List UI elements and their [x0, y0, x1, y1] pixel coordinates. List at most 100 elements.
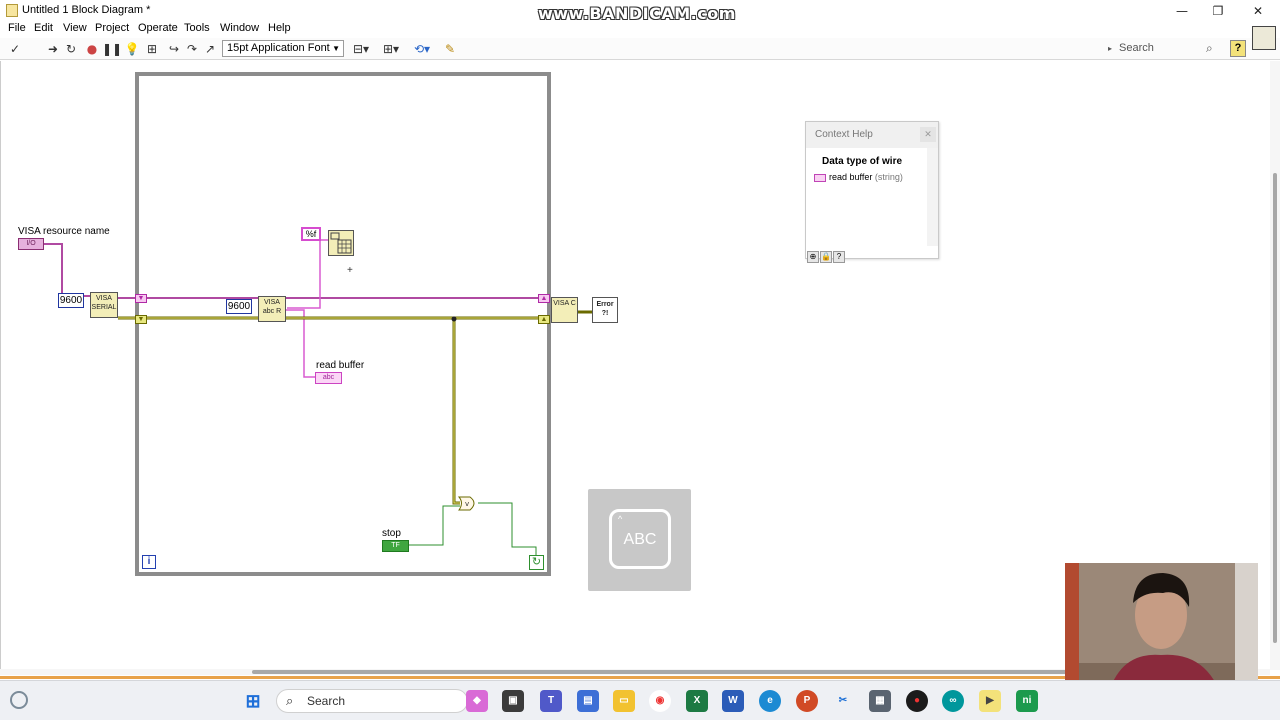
taskbar-search[interactable]: ⌕ Search [276, 689, 468, 713]
byte-count-constant[interactable]: 9600 [226, 299, 252, 314]
step-into-icon[interactable]: ↪ [166, 41, 182, 57]
wire-name: read buffer [829, 172, 873, 182]
baud-rate-constant[interactable]: 9600 [58, 293, 84, 308]
error-right-tunnel[interactable]: ▲ [538, 315, 550, 324]
menu-file[interactable]: File [8, 22, 26, 34]
menu-tools[interactable]: Tools [184, 22, 210, 34]
search-input[interactable]: Search [1119, 40, 1154, 57]
screen: Untitled 1 Block Diagram * www.BANDICAM.… [0, 0, 1280, 720]
labview-icon[interactable]: ▶ [979, 690, 1001, 712]
context-help-title: Context Help [815, 129, 873, 140]
visa-configure-serial-port-node[interactable]: VISA SERIAL [90, 292, 118, 318]
menu-project[interactable]: Project [95, 22, 129, 34]
excel-icon[interactable]: X [686, 690, 708, 712]
checkmark-icon[interactable]: ✓ [7, 41, 23, 57]
spreadsheet-string-to-array-node[interactable] [328, 230, 354, 256]
loop-condition-terminal[interactable]: ↻ [529, 555, 544, 570]
menu-window[interactable]: Window [220, 22, 259, 34]
task-view-icon[interactable]: ▣ [502, 690, 524, 712]
spreadsheet-icon [330, 232, 352, 254]
read-buffer-label: read buffer [316, 360, 365, 371]
taskbar: ⊞ ⌕ Search ◆ ▣ T ▤ ▭ ◉ X W e P ✂ ▦ ● ∞ ▶… [0, 680, 1280, 720]
maximize-button[interactable]: ❐ [1203, 2, 1233, 20]
teams-icon[interactable]: T [540, 690, 562, 712]
menu-view[interactable]: View [63, 22, 87, 34]
store-icon[interactable]: ▤ [577, 690, 599, 712]
format-string-constant[interactable]: %f [301, 227, 321, 241]
visa-resource-terminal[interactable]: I/O [18, 238, 44, 250]
reorder-icon[interactable]: ⟲▾ [411, 41, 433, 57]
toolbar: ✓ ➜ ↻ ● ❚❚ 💡 ⊞ ↪ ↷ ↗ 15pt Application Fo… [0, 38, 1280, 60]
lock-help-icon[interactable]: 🔒 [820, 251, 832, 263]
windows-start-icon[interactable]: ⊞ [242, 690, 264, 712]
wire-type-info: read buffer (string) [814, 172, 903, 182]
context-help-scrollbar[interactable] [927, 148, 938, 246]
menu-operate[interactable]: Operate [138, 22, 178, 34]
show-optional-terminals-icon[interactable]: ⊕ [807, 251, 819, 263]
search-arrow-icon: ▸ [1108, 44, 1113, 53]
error-left-tunnel[interactable]: ▼ [135, 315, 147, 324]
context-help-window[interactable]: Context Help ✕ Data type of wire read bu… [805, 121, 939, 263]
while-loop[interactable] [135, 72, 551, 576]
close-button[interactable]: ✕ [1243, 2, 1273, 20]
chrome-icon[interactable]: ◉ [649, 690, 671, 712]
distribute-objects-icon[interactable]: ⊞▾ [380, 41, 402, 57]
word-icon[interactable]: W [722, 690, 744, 712]
visa-read-node[interactable]: VISA abc R [258, 296, 286, 322]
search-icon[interactable]: ⌕ [1206, 40, 1213, 57]
minimize-button[interactable]: — [1167, 2, 1197, 20]
context-help-button[interactable]: ? [1230, 40, 1246, 57]
align-objects-icon[interactable]: ⊟▾ [350, 41, 372, 57]
context-help-header[interactable]: Context Help ✕ [806, 122, 938, 148]
powerpoint-icon[interactable]: P [796, 690, 818, 712]
visa-left-tunnel[interactable]: ▼ [135, 294, 147, 303]
step-out-icon[interactable]: ↗ [202, 41, 218, 57]
file-explorer-icon[interactable]: ▭ [613, 690, 635, 712]
abc-icon: ^ ABC [609, 509, 671, 569]
copilot-icon[interactable]: ◆ [466, 690, 488, 712]
simple-error-handler-node[interactable]: Error ?! [592, 297, 618, 323]
run-continuously-icon[interactable]: ↻ [63, 41, 79, 57]
menu-help[interactable]: Help [268, 22, 291, 34]
clean-up-diagram-icon[interactable]: ✎ [441, 41, 459, 57]
wire-type: (string) [874, 172, 903, 182]
stop-label: stop [382, 528, 401, 539]
close-icon[interactable]: ✕ [920, 127, 936, 142]
read-buffer-terminal[interactable]: abc [315, 372, 342, 384]
edge-icon[interactable]: e [759, 690, 781, 712]
chevron-down-icon: ▼ [332, 44, 340, 53]
iteration-terminal[interactable]: i [142, 555, 156, 569]
retain-wire-values-icon[interactable]: ⊞ [144, 41, 160, 57]
calculator-icon[interactable]: ▦ [869, 690, 891, 712]
visa-close-node[interactable]: VISA C [551, 297, 578, 323]
vi-icon[interactable] [1252, 26, 1276, 50]
abort-icon[interactable]: ● [84, 41, 100, 57]
highlight-execution-icon[interactable]: 💡 [124, 41, 140, 57]
context-help-heading: Data type of wire [822, 156, 903, 167]
arduino-icon[interactable]: ∞ [942, 690, 964, 712]
window-titlebar[interactable]: Untitled 1 Block Diagram * www.BANDICAM.… [0, 0, 1280, 23]
taskbar-search-label: Search [307, 694, 346, 708]
font-select-value: 15pt Application Font [227, 42, 330, 54]
visa-right-tunnel[interactable]: ▲ [538, 294, 550, 303]
search-box[interactable]: ▸ Search ⌕ [1108, 40, 1223, 57]
detailed-help-icon[interactable]: ? [833, 251, 845, 263]
keyboard-overlay: ^ ABC [588, 489, 691, 591]
vertical-scrollbar[interactable] [1270, 61, 1280, 670]
vertical-scroll-thumb[interactable] [1273, 173, 1277, 643]
menu-edit[interactable]: Edit [34, 22, 53, 34]
pause-icon[interactable]: ❚❚ [102, 41, 122, 57]
string-wire-swatch [814, 173, 826, 182]
horizontal-scroll-thumb[interactable] [252, 670, 1067, 674]
ni-icon[interactable]: ni [1016, 690, 1038, 712]
run-arrow-icon[interactable]: ➜ [45, 41, 61, 57]
weather-icon[interactable] [10, 691, 28, 709]
search-icon: ⌕ [286, 693, 294, 708]
snipping-tool-icon[interactable]: ✂ [832, 690, 854, 712]
step-over-icon[interactable]: ↷ [184, 41, 200, 57]
cursor-crosshair-icon: + [347, 265, 353, 276]
caret-icon: ^ [618, 514, 623, 524]
font-select[interactable]: 15pt Application Font ▼ [222, 40, 344, 57]
bandicam-icon[interactable]: ● [906, 690, 928, 712]
stop-terminal[interactable]: TF [382, 540, 409, 552]
